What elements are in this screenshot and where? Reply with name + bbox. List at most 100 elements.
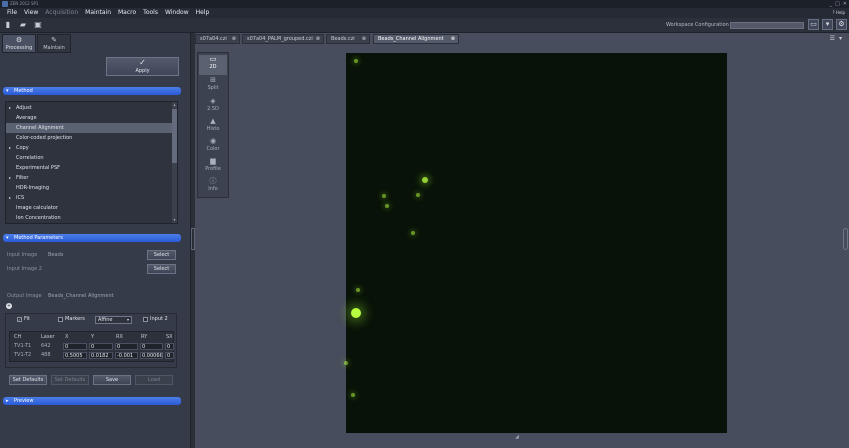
method-section-header[interactable]: ▾ Method	[3, 87, 181, 95]
method-item[interactable]: Channel Alignment	[6, 123, 172, 133]
add-icon[interactable]: +	[6, 303, 12, 309]
resize-handle-icon[interactable]: ◢	[515, 434, 519, 440]
help-link[interactable]: ? Help	[832, 8, 845, 18]
select-input-image-2-button[interactable]: Select	[147, 264, 176, 274]
right-collapse-grip[interactable]	[843, 228, 848, 250]
preview-section-header[interactable]: ▸ Preview	[3, 397, 181, 405]
view-profile-button[interactable]: ▆ Profile	[199, 157, 227, 177]
select-input-image-button[interactable]: Select	[147, 250, 176, 260]
doc-tab-beads[interactable]: Beads.czi ⊗	[326, 34, 370, 44]
menu-file[interactable]: File	[7, 8, 17, 18]
menu-maintain[interactable]: Maintain	[85, 8, 111, 18]
scroll-down-icon[interactable]: ▾	[172, 217, 177, 222]
menu-view[interactable]: View	[24, 8, 38, 18]
info-icon: ⓘ	[209, 177, 217, 185]
workspace-config-input[interactable]	[730, 22, 804, 29]
doc-tab-s07a04[interactable]: s07a04.czi ⊗	[195, 34, 240, 44]
input-2-checkbox[interactable]	[143, 317, 148, 322]
scroll-up-icon[interactable]: ▴	[172, 102, 177, 107]
profile-icon: ▆	[210, 157, 216, 165]
table-cell-input[interactable]: 0	[115, 343, 138, 350]
chevron-down-icon[interactable]: ▾	[839, 35, 842, 42]
table-header-rx: RX	[116, 334, 123, 340]
view-2d-button[interactable]: ▭ 2D	[199, 55, 227, 75]
table-cell-input[interactable]: 0.0182	[89, 352, 113, 359]
menu-window[interactable]: Window	[165, 8, 189, 18]
method-item[interactable]: Experimental PSF	[6, 163, 172, 173]
markers-label: Markers	[65, 316, 85, 322]
close-button[interactable]: ✕	[843, 0, 847, 8]
method-item[interactable]: ▸ Copy	[6, 143, 172, 153]
set-defaults-button[interactable]: Set Defaults	[9, 375, 47, 385]
tab-list-icon[interactable]: ☰	[830, 35, 835, 42]
view-color-button[interactable]: ◉ Color	[199, 137, 227, 157]
bead-spot	[411, 231, 415, 235]
save-icon[interactable]: ▣	[33, 20, 43, 30]
load-button[interactable]: Load	[135, 375, 173, 385]
menu-macro[interactable]: Macro	[118, 8, 136, 18]
close-icon[interactable]: ⊗	[362, 35, 366, 43]
table-cell-input[interactable]: 0	[165, 343, 174, 350]
table-cell-input[interactable]: 0	[89, 343, 113, 350]
expand-arrow-icon[interactable]: ▸	[9, 103, 11, 113]
workspace-menu-button[interactable]: ▾	[822, 19, 833, 30]
table-cell-input[interactable]: 0.0006€	[140, 352, 163, 359]
apply-button[interactable]: ✓ Apply	[106, 57, 179, 76]
method-item[interactable]: ▸ Filter	[6, 173, 172, 183]
view-histo-button[interactable]: ▲ Histo	[199, 117, 227, 137]
close-icon[interactable]: ⊗	[316, 35, 320, 43]
method-item[interactable]: Ion Concentration	[6, 213, 172, 223]
menu-help[interactable]: Help	[196, 8, 210, 18]
wrench-icon: ✎	[51, 36, 57, 44]
table-header-y: Y	[91, 334, 95, 340]
transform-type-dropdown[interactable]: Affine ▾	[95, 316, 132, 324]
menu-tools[interactable]: Tools	[143, 8, 158, 18]
method-item[interactable]: ▸ Adjust	[6, 103, 172, 113]
bead-spot	[416, 193, 420, 197]
workspace-settings-button[interactable]: ⚙	[836, 19, 847, 30]
alignment-table: CH Laser X Y RX RY SX TV1-T1 642 0 0 0 0…	[9, 331, 174, 362]
markers-checkbox[interactable]	[58, 317, 63, 322]
input-image-value: Beads	[48, 252, 64, 258]
open-folder-icon[interactable]: ▰	[18, 20, 28, 30]
view-info-button[interactable]: ⓘ Info	[199, 177, 227, 197]
expand-arrow-icon[interactable]: ▸	[9, 143, 11, 153]
tab-maintain[interactable]: ✎ Maintain	[37, 34, 71, 53]
method-list-scroll-thumb[interactable]	[172, 109, 177, 163]
new-file-icon[interactable]: ▮	[3, 20, 13, 30]
table-cell-input[interactable]: 0	[140, 343, 163, 350]
bead-spot	[356, 288, 360, 292]
method-list[interactable]: ▸ Adjust Average Channel Alignment Color-cod…	[5, 101, 178, 224]
fit-checkbox[interactable]: ✓	[17, 317, 22, 322]
close-icon[interactable]: ⊗	[451, 35, 455, 43]
method-item-label: Copy	[16, 145, 29, 151]
table-cell-input[interactable]: 0.5005	[63, 352, 87, 359]
table-cell-input[interactable]: 0	[63, 343, 87, 350]
image-viewer-canvas[interactable]	[344, 53, 727, 433]
method-header-label: Method	[14, 88, 33, 94]
view-2-5d-button[interactable]: ◈ 2.5D	[199, 97, 227, 117]
method-item[interactable]: Color-coded projection	[6, 133, 172, 143]
method-item[interactable]: Average	[6, 113, 172, 123]
view-split-button[interactable]: ⊞ Split	[199, 76, 227, 96]
minimize-button[interactable]: _	[830, 0, 833, 8]
menu-acquisition[interactable]: Acquisition	[45, 8, 78, 18]
save-button[interactable]: Save	[93, 375, 131, 385]
tab-processing[interactable]: ⚙ Processing	[2, 34, 36, 53]
expand-arrow-icon[interactable]: ▸	[9, 173, 11, 183]
histogram-icon: ▲	[210, 117, 216, 125]
set-defaults-disabled-button[interactable]: Set Defaults	[51, 375, 89, 385]
expand-arrow-icon[interactable]: ▸	[9, 193, 11, 203]
method-item[interactable]: Correlation	[6, 153, 172, 163]
maximize-button[interactable]: □	[835, 0, 840, 8]
table-cell-input[interactable]: -0.001	[115, 352, 138, 359]
method-item[interactable]: Image calculator	[6, 203, 172, 213]
method-item[interactable]: HDR-Imaging	[6, 183, 172, 193]
workspace-layout-button[interactable]: ▭	[808, 19, 819, 30]
method-parameters-section-header[interactable]: ▾ Method Parameters	[3, 234, 181, 242]
doc-tab-palm-grouped[interactable]: s07a04_PALM_grouped.czi ⊗	[242, 34, 324, 44]
doc-tab-beads-channel-alignment[interactable]: Beads_Channel Alignment ⊗	[373, 34, 459, 44]
close-icon[interactable]: ⊗	[232, 35, 236, 43]
table-cell-input[interactable]: 0	[165, 352, 174, 359]
method-item[interactable]: ▸ ICS	[6, 193, 172, 203]
